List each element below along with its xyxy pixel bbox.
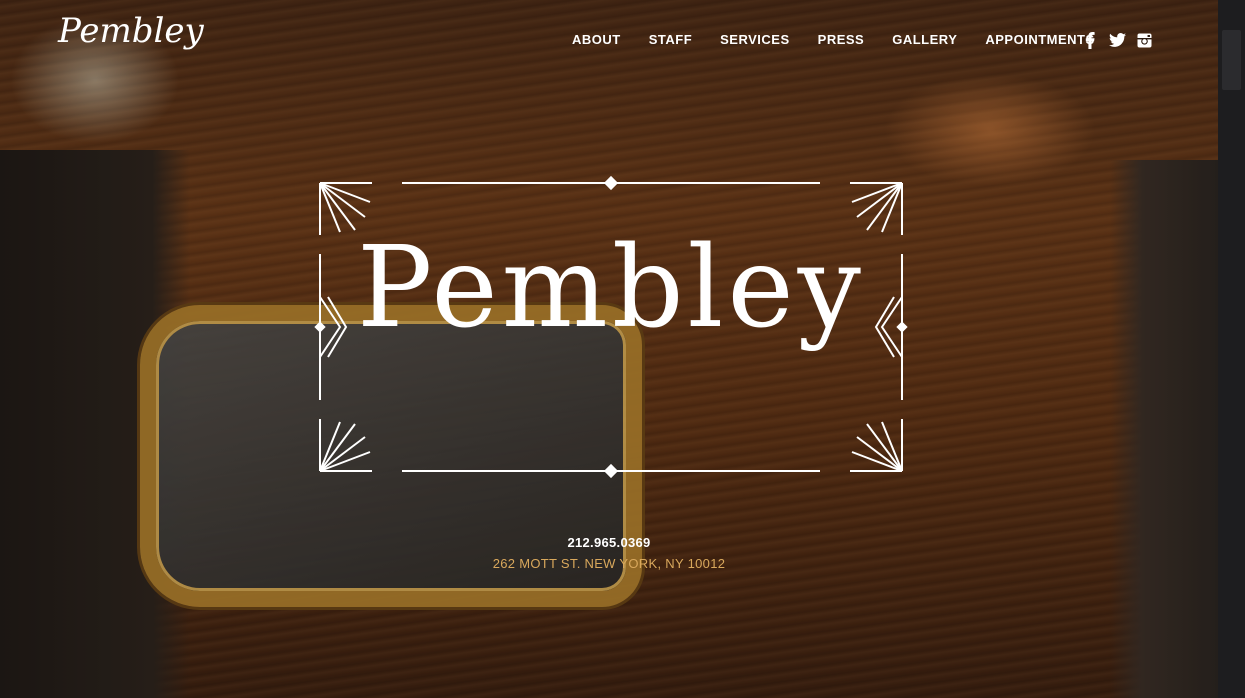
nav-press[interactable]: PRESS bbox=[818, 32, 865, 47]
nav-appointments[interactable]: APPOINTMENTS bbox=[985, 32, 1094, 47]
scrollbar-thumb[interactable] bbox=[1222, 30, 1241, 90]
address-text: 262 MOTT ST. NEW YORK, NY 10012 bbox=[492, 556, 726, 571]
main-nav: ABOUT STAFF SERVICES PRESS GALLERY APPOI… bbox=[572, 32, 1095, 47]
phone-link[interactable]: 212.965.0369 bbox=[400, 535, 818, 550]
instagram-icon[interactable] bbox=[1135, 31, 1153, 49]
social-links bbox=[1081, 31, 1153, 49]
site-logo[interactable]: Pembley bbox=[58, 14, 204, 48]
nav-services[interactable]: SERVICES bbox=[720, 32, 790, 47]
scrollbar[interactable] bbox=[1218, 0, 1245, 698]
nav-about[interactable]: ABOUT bbox=[572, 32, 621, 47]
twitter-icon[interactable] bbox=[1108, 31, 1126, 49]
hero-title: Pembley bbox=[357, 223, 865, 353]
contact-block: 212.965.0369 262 MOTT ST. NEW YORK, NY 1… bbox=[400, 535, 818, 571]
hero-emblem: Pembley bbox=[310, 172, 912, 484]
facebook-icon[interactable] bbox=[1081, 31, 1099, 49]
nav-staff[interactable]: STAFF bbox=[649, 32, 692, 47]
nav-gallery[interactable]: GALLERY bbox=[892, 32, 957, 47]
page: Pembley ABOUT STAFF SERVICES PRESS GALLE… bbox=[0, 0, 1245, 698]
